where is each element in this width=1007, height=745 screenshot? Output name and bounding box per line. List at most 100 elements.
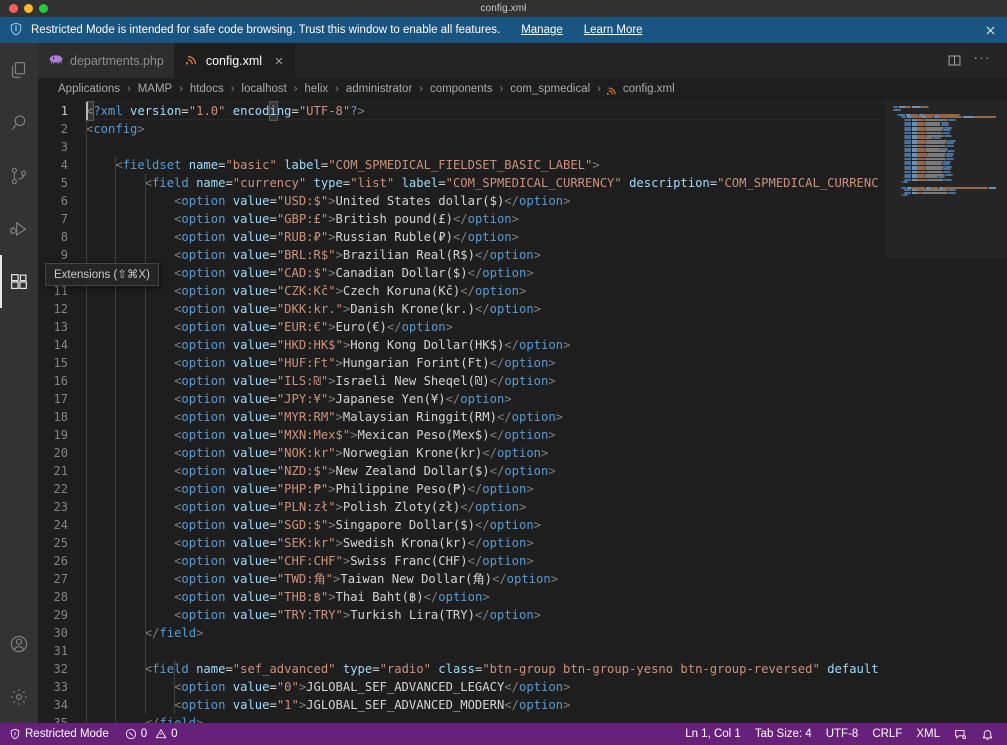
- code-line[interactable]: <option value="NOK:kr">Norwegian Krone(k…: [86, 444, 885, 462]
- code-token: =: [225, 176, 232, 190]
- shield-icon: [9, 22, 23, 39]
- code-token: "THB:฿": [277, 590, 328, 604]
- code-token: value: [233, 482, 270, 496]
- ellipsis-icon[interactable]: ···: [970, 48, 996, 67]
- code-token: >: [526, 482, 533, 496]
- line-number: 31: [38, 642, 86, 660]
- banner-close-icon[interactable]: [984, 24, 997, 37]
- sidebar-item-search[interactable]: [0, 96, 38, 149]
- code-line[interactable]: <fieldset name="basic" label="COM_SPMEDI…: [86, 156, 885, 174]
- tab-config-xml[interactable]: config.xml: [175, 43, 296, 78]
- code-line[interactable]: <?xml version="1.0" encoding="UTF-8"?>: [86, 102, 885, 120]
- breadcrumb-item[interactable]: config.xml: [622, 83, 676, 95]
- status-encoding[interactable]: UTF-8: [819, 723, 866, 745]
- code-line[interactable]: [86, 642, 885, 660]
- code-line[interactable]: <option value="DKK:kr.">Danish Krone(kr.…: [86, 300, 885, 318]
- status-eol[interactable]: CRLF: [865, 723, 909, 745]
- banner-manage-link[interactable]: Manage: [521, 24, 563, 36]
- code-line[interactable]: <option value="RUB:₽">Russian Ruble(₽)</…: [86, 228, 885, 246]
- breadcrumb-item[interactable]: helix: [303, 83, 329, 95]
- code-line[interactable]: <option value="NZD:$">New Zealand Dollar…: [86, 462, 885, 480]
- status-problems[interactable]: 0 0: [118, 723, 185, 745]
- code-token: [86, 212, 174, 226]
- minimap-render: [885, 100, 1007, 723]
- code-line[interactable]: <field name="sef_advanced" type="radio" …: [86, 660, 885, 678]
- status-notifications-button[interactable]: [974, 723, 1001, 745]
- breadcrumb-item[interactable]: htdocs: [189, 83, 225, 95]
- code-line[interactable]: <option value="HUF:Ft">Hungarian Forint(…: [86, 354, 885, 372]
- breadcrumb-separator: ›: [173, 83, 189, 95]
- code-line[interactable]: <option value="MXN:Mex$">Mexican Peso(Me…: [86, 426, 885, 444]
- code-line[interactable]: <config>: [86, 120, 885, 138]
- code-token: option: [504, 374, 548, 388]
- code-line[interactable]: <option value="SEK:kr">Swedish Krona(kr)…: [86, 534, 885, 552]
- breadcrumb-item[interactable]: administrator: [345, 83, 413, 95]
- code-token: >: [563, 698, 570, 712]
- status-language-mode[interactable]: XML: [909, 723, 947, 745]
- code-line[interactable]: <option value="TWD:角">Taiwan New Dollar(…: [86, 570, 885, 588]
- code-line[interactable]: <option value="BRL:R$">Brazilian Real(R$…: [86, 246, 885, 264]
- code-line[interactable]: [86, 138, 885, 156]
- status-indentation[interactable]: Tab Size: 4: [748, 723, 819, 745]
- code-token: =: [372, 662, 379, 676]
- code-line[interactable]: <option value="0">JGLOBAL_SEF_ADVANCED_L…: [86, 678, 885, 696]
- minimap[interactable]: [885, 100, 1007, 723]
- accounts-button[interactable]: [0, 617, 38, 670]
- code-token: [225, 428, 232, 442]
- status-feedback-button[interactable]: [947, 723, 974, 745]
- code-line[interactable]: <option value="CAD:$">Canadian Dollar($)…: [86, 264, 885, 282]
- account-icon: [8, 633, 30, 655]
- code-token: Thai Baht(฿): [336, 590, 424, 604]
- xml-icon: [186, 53, 199, 69]
- tab-departments-php[interactable]: departments.php: [38, 43, 175, 78]
- breadcrumb-item[interactable]: components: [429, 83, 494, 95]
- extensions-tooltip: Extensions (⇧⌘X): [45, 263, 159, 286]
- minimap-line-segment: [950, 129, 951, 131]
- code-token: option: [519, 338, 563, 352]
- manage-settings-button[interactable]: [0, 670, 38, 723]
- code-line[interactable]: <option value="1">JGLOBAL_SEF_ADVANCED_M…: [86, 696, 885, 714]
- code-line[interactable]: <option value="JPY:¥">Japanese Yen(¥)</o…: [86, 390, 885, 408]
- code-line[interactable]: <field name="currency" type="list" label…: [86, 174, 885, 192]
- tab-close-icon[interactable]: [273, 55, 285, 67]
- code-line[interactable]: <option value="TRY:TRY">Turkish Lira(TRY…: [86, 606, 885, 624]
- code-line[interactable]: <option value="PHP:₱">Philippine Peso(₱)…: [86, 480, 885, 498]
- code-line[interactable]: <option value="GBP:£">British pound(£)</…: [86, 210, 885, 228]
- code-line[interactable]: <option value="CZK:Kč">Czech Koruna(Kč)<…: [86, 282, 885, 300]
- status-warning-count: 0: [171, 728, 177, 740]
- breadcrumb-item[interactable]: MAMP: [137, 83, 174, 95]
- code-token: [225, 518, 232, 532]
- code-line[interactable]: <option value="USD:$">United States doll…: [86, 192, 885, 210]
- sidebar-item-run-and-debug[interactable]: [0, 202, 38, 255]
- sidebar-item-source-control[interactable]: [0, 149, 38, 202]
- minimap-line-segment: [955, 119, 956, 121]
- code-line[interactable]: <option value="ILS:₪">Israeli New Sheqel…: [86, 372, 885, 390]
- code-line[interactable]: <option value="CHF:CHF">Swiss Franc(CHF)…: [86, 552, 885, 570]
- code-token: >: [563, 680, 570, 694]
- code-line[interactable]: <option value="EUR:€">Euro(€)</option>: [86, 318, 885, 336]
- split-editor-icon[interactable]: [943, 50, 966, 71]
- code-line[interactable]: <option value="HKD:HK$">Hong Kong Dollar…: [86, 336, 885, 354]
- code-token: value: [233, 392, 270, 406]
- breadcrumb-item[interactable]: localhost: [240, 83, 287, 95]
- code-token: Mexican Peso(Mex$): [358, 428, 490, 442]
- code-line[interactable]: <option value="THB:฿">Thai Baht(฿)</opti…: [86, 588, 885, 606]
- status-error-count: 0: [141, 728, 147, 740]
- code-line[interactable]: <option value="MYR:RM">Malaysian Ringgit…: [86, 408, 885, 426]
- code-line[interactable]: <option value="PLN:zł">Polish Zloty(zł)<…: [86, 498, 885, 516]
- code-token: "TWD:角": [277, 572, 333, 586]
- sidebar-item-extensions[interactable]: [0, 255, 38, 308]
- code-token: "COM_SPMEDICAL_CURRENC: [717, 176, 878, 190]
- code-line[interactable]: </field>: [86, 714, 885, 723]
- banner-learn-more-link[interactable]: Learn More: [584, 24, 643, 36]
- code-text-area[interactable]: <?xml version="1.0" encoding="UTF-8"?><c…: [86, 100, 885, 723]
- sidebar-item-explorer[interactable]: [0, 43, 38, 96]
- breadcrumb-item[interactable]: Applications: [57, 83, 121, 95]
- status-restricted-mode[interactable]: Restricted Mode: [0, 723, 118, 745]
- breadcrumb-item[interactable]: com_spmedical: [509, 83, 591, 95]
- status-cursor-position[interactable]: Ln 1, Col 1: [678, 723, 748, 745]
- code-token: </: [453, 212, 468, 226]
- code-line[interactable]: <option value="SGD:$">Singapore Dollar($…: [86, 516, 885, 534]
- editor-group: departments.php config.xml: [38, 43, 1007, 723]
- code-line[interactable]: </field>: [86, 624, 885, 642]
